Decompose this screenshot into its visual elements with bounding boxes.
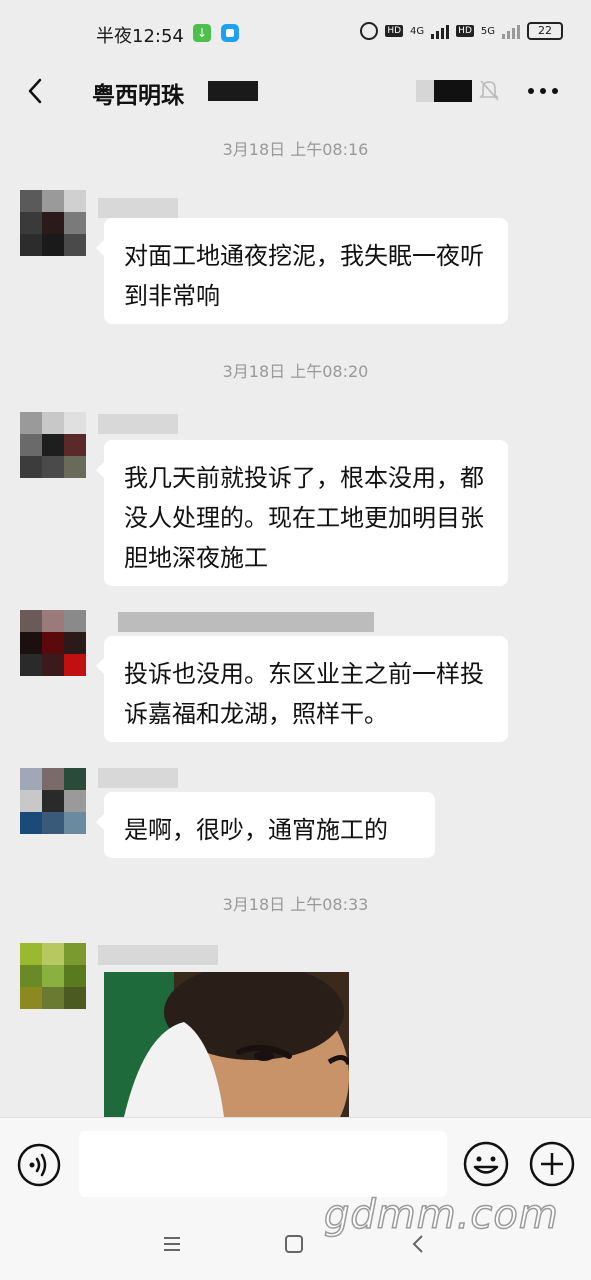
image-message[interactable] bbox=[104, 972, 349, 1117]
nickname-redacted bbox=[98, 768, 178, 788]
battery-icon: 22 bbox=[527, 22, 563, 40]
menu-icon[interactable] bbox=[162, 1235, 182, 1253]
home-square-icon[interactable] bbox=[285, 1235, 303, 1253]
hd-badge: HD bbox=[385, 25, 404, 37]
status-indicators: HD 4G HD 5G 22 bbox=[360, 22, 563, 40]
message-bubble[interactable]: 投诉也没用。东区业主之前一样投诉嘉福和龙湖，照样干。 bbox=[96, 636, 508, 742]
title-redaction bbox=[208, 81, 258, 101]
message-bubble[interactable]: 对面工地通夜挖泥，我失眠一夜听到非常响 bbox=[96, 218, 508, 324]
message-bubble[interactable]: 我几天前就投诉了，根本没用，都没人处理的。现在工地更加明目张胆地深夜施工 bbox=[96, 440, 508, 586]
header-redaction-dark bbox=[434, 80, 472, 102]
chat-header: 粤西明珠 bbox=[0, 64, 591, 120]
voice-input-icon[interactable] bbox=[16, 1142, 62, 1188]
emoji-icon[interactable] bbox=[462, 1140, 510, 1188]
message-timestamp: 3月18日 上午08:33 bbox=[222, 895, 369, 914]
watermark: gdmm.com bbox=[323, 1191, 559, 1239]
message-bubble[interactable]: 是啊，很吵，通宵施工的 bbox=[96, 792, 435, 858]
network-5g-label: 5G bbox=[480, 25, 495, 37]
chat-title: 粤西明珠 bbox=[92, 83, 184, 109]
more-options-icon[interactable] bbox=[526, 80, 560, 102]
message-input[interactable] bbox=[79, 1131, 447, 1197]
network-4g-label: 4G bbox=[410, 25, 425, 37]
avatar[interactable] bbox=[20, 943, 86, 1009]
avatar[interactable] bbox=[20, 412, 86, 478]
avatar[interactable] bbox=[20, 610, 86, 676]
header-redaction-light bbox=[416, 80, 436, 102]
nickname-redacted bbox=[98, 945, 218, 965]
plus-icon[interactable] bbox=[528, 1140, 576, 1188]
nickname-redacted bbox=[98, 414, 178, 434]
hd-badge-2: HD bbox=[456, 25, 474, 37]
child-photo bbox=[104, 972, 349, 1117]
message-timestamp: 3月18日 上午08:16 bbox=[222, 140, 369, 159]
signal-icon bbox=[431, 23, 450, 39]
back-arrow-icon[interactable] bbox=[22, 76, 52, 106]
alarm-icon bbox=[360, 22, 379, 40]
nickname-redacted bbox=[98, 198, 178, 218]
download-notification-icon: ↓ bbox=[193, 24, 211, 42]
app-notification-icon bbox=[221, 24, 239, 42]
status-bar: 半夜12:54 ↓ HD 4G HD 5G 22 bbox=[0, 0, 591, 64]
mute-bell-icon bbox=[479, 80, 499, 101]
status-time: 半夜12:54 bbox=[96, 26, 184, 47]
avatar[interactable] bbox=[20, 190, 86, 256]
nickname-redacted bbox=[118, 612, 374, 632]
signal-icon-2 bbox=[502, 23, 520, 39]
avatar[interactable] bbox=[20, 768, 86, 834]
message-timestamp: 3月18日 上午08:20 bbox=[222, 362, 369, 381]
